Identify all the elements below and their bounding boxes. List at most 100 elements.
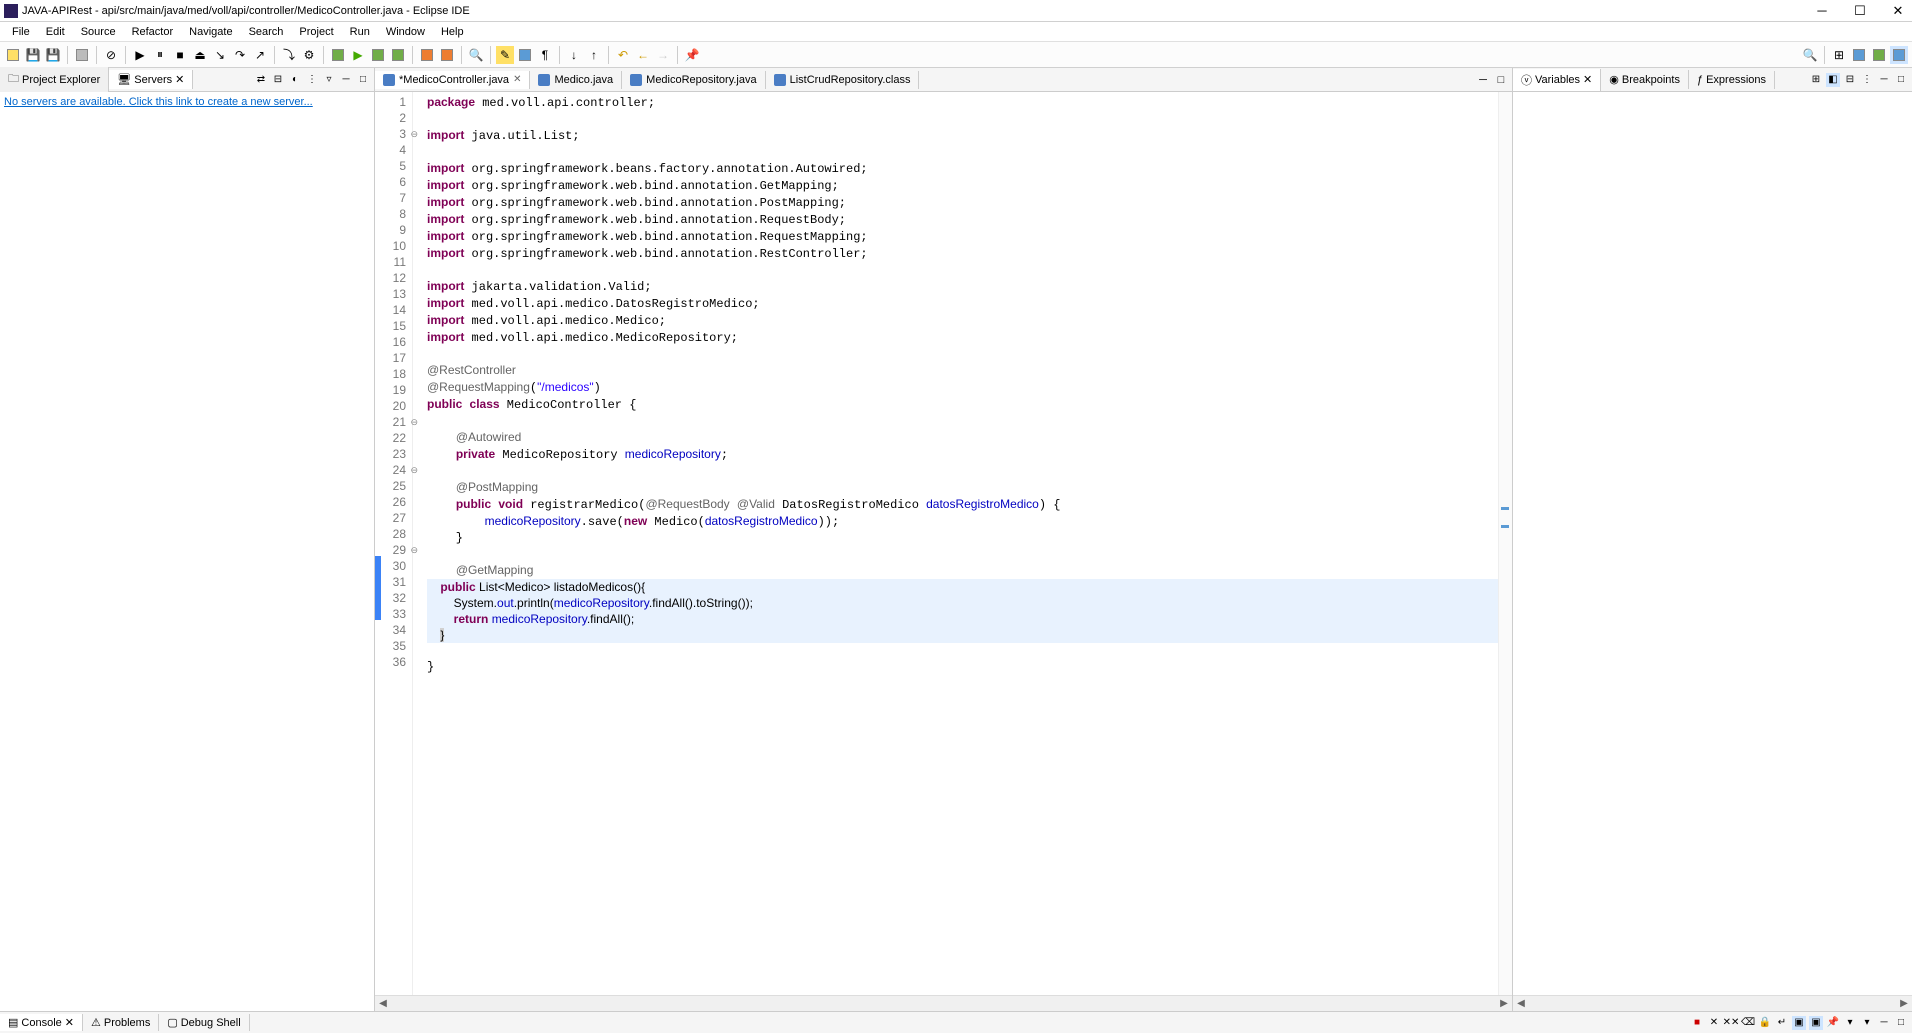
editor-hscroll[interactable]: ◀▶ — [375, 995, 1512, 1011]
focus-icon[interactable]: ◐ — [288, 73, 302, 87]
toggle-block-button[interactable] — [516, 46, 534, 64]
forward-button[interactable]: → — [654, 46, 672, 64]
editor-tab-medico[interactable]: Medico.java — [530, 71, 622, 89]
line-number-gutter[interactable]: 1234567891011121314151617181920212223242… — [381, 92, 413, 995]
tab-breakpoints[interactable]: ◉ Breakpoints — [1601, 70, 1689, 89]
use-step-filters-button[interactable]: ⚙ — [300, 46, 318, 64]
pin-console-icon[interactable]: 📌 — [1826, 1016, 1840, 1030]
jee-perspective-button[interactable] — [1890, 46, 1908, 64]
open-console-icon[interactable]: ▾ — [1860, 1016, 1874, 1030]
tab-debug-shell[interactable]: ▢ Debug Shell — [159, 1014, 249, 1031]
show-type-names-icon[interactable]: ⊞ — [1809, 73, 1823, 87]
create-server-link[interactable]: No servers are available. Click this lin… — [4, 96, 313, 108]
prev-annotation-button[interactable]: ↑ — [585, 46, 603, 64]
skip-breakpoints-button[interactable]: ⊘ — [102, 46, 120, 64]
code-editor[interactable]: package med.voll.api.controller; import … — [413, 92, 1498, 995]
menu-edit[interactable]: Edit — [38, 26, 73, 38]
right-hscroll[interactable]: ◀▶ — [1513, 995, 1912, 1011]
step-over-button[interactable]: ↷ — [231, 46, 249, 64]
maximize-icon[interactable]: □ — [1894, 73, 1908, 87]
pin-editor-button[interactable]: 📌 — [683, 46, 701, 64]
next-annotation-button[interactable]: ↓ — [565, 46, 583, 64]
collapse-all-icon[interactable]: ⊟ — [1843, 73, 1857, 87]
editor-tab-medicorepository[interactable]: MedicoRepository.java — [622, 71, 765, 89]
terminate-icon[interactable]: ■ — [1690, 1016, 1704, 1030]
maximize-icon[interactable]: □ — [1494, 73, 1508, 87]
menu-refactor[interactable]: Refactor — [124, 26, 182, 38]
minimize-icon[interactable]: ─ — [339, 73, 353, 87]
editor-tab-medicocontroller[interactable]: *MedicoController.java ✕ — [375, 71, 530, 89]
maximize-icon[interactable]: □ — [356, 73, 370, 87]
clear-console-icon[interactable]: ⌫ — [1741, 1016, 1755, 1030]
menu-file[interactable]: File — [4, 26, 38, 38]
run-last-button[interactable] — [389, 46, 407, 64]
class-icon — [774, 74, 786, 86]
show-std-out-icon[interactable]: ▣ — [1792, 1016, 1806, 1030]
view-menu-icon[interactable]: ⋮ — [1860, 73, 1874, 87]
java-perspective-button[interactable] — [1850, 46, 1868, 64]
tab-variables[interactable]: ⓥ Variables ✕ — [1513, 69, 1601, 91]
suspend-button[interactable]: ⏸ — [151, 46, 169, 64]
show-std-err-icon[interactable]: ▣ — [1809, 1016, 1823, 1030]
save-all-button[interactable]: 💾 — [44, 46, 62, 64]
close-icon[interactable]: ✕ — [513, 74, 521, 85]
step-return-button[interactable]: ↗ — [251, 46, 269, 64]
save-button[interactable]: 💾 — [24, 46, 42, 64]
new-java-button[interactable] — [418, 46, 436, 64]
menu-window[interactable]: Window — [378, 26, 433, 38]
step-into-button[interactable]: ↘ — [211, 46, 229, 64]
minimize-icon[interactable]: ─ — [1877, 73, 1891, 87]
overview-ruler[interactable] — [1498, 92, 1512, 995]
menu-navigate[interactable]: Navigate — [181, 26, 240, 38]
menu-source[interactable]: Source — [73, 26, 124, 38]
tab-console[interactable]: ▤ Console ✕ — [0, 1014, 83, 1031]
open-perspective-button[interactable]: ⊞ — [1830, 46, 1848, 64]
drop-to-frame-button[interactable]: ⤵ — [280, 46, 298, 64]
debug-button[interactable] — [329, 46, 347, 64]
new-class-button[interactable] — [438, 46, 456, 64]
menu-help[interactable]: Help — [433, 26, 472, 38]
minimize-icon[interactable]: ─ — [1877, 1016, 1891, 1030]
show-whitespace-button[interactable]: ¶ — [536, 46, 554, 64]
link-editor-icon[interactable]: ⇄ — [254, 73, 268, 87]
resume-button[interactable]: ▶ — [131, 46, 149, 64]
maximize-icon[interactable]: □ — [1894, 1016, 1908, 1030]
remove-all-icon[interactable]: ✕✕ — [1724, 1016, 1738, 1030]
word-wrap-icon[interactable]: ↵ — [1775, 1016, 1789, 1030]
terminal-button[interactable] — [73, 46, 91, 64]
tab-label: Breakpoints — [1622, 74, 1680, 86]
toggle-mark-button[interactable]: ✎ — [496, 46, 514, 64]
tab-problems[interactable]: ⚠ Problems — [83, 1014, 159, 1031]
search-button[interactable]: 🔍 — [1801, 46, 1819, 64]
collapse-all-icon[interactable]: ⊟ — [271, 73, 285, 87]
tab-servers[interactable]: 🖥 Servers ✕ — [109, 70, 193, 89]
open-type-button[interactable]: 🔍 — [467, 46, 485, 64]
menu-search[interactable]: Search — [241, 26, 292, 38]
close-icon[interactable]: ✕ — [65, 1016, 74, 1029]
view-menu-icon[interactable]: ⋮ — [305, 73, 319, 87]
new-button[interactable] — [4, 46, 22, 64]
close-icon[interactable]: ✕ — [175, 73, 184, 86]
scroll-lock-icon[interactable]: 🔒 — [1758, 1016, 1772, 1030]
debug-perspective-button[interactable] — [1870, 46, 1888, 64]
menu-run[interactable]: Run — [342, 26, 378, 38]
close-icon[interactable]: ✕ — [1583, 73, 1592, 86]
remove-launch-icon[interactable]: ✕ — [1707, 1016, 1721, 1030]
display-selected-icon[interactable]: ▾ — [1843, 1016, 1857, 1030]
disconnect-button[interactable]: ⏏ — [191, 46, 209, 64]
tab-project-explorer[interactable]: 🗀 Project Explorer — [0, 67, 109, 92]
minimize-button[interactable]: ─ — [1812, 3, 1832, 19]
last-edit-button[interactable]: ↶ — [614, 46, 632, 64]
minimize-icon[interactable]: ─ — [1476, 73, 1490, 87]
run-button[interactable]: ▶ — [349, 46, 367, 64]
maximize-button[interactable]: ☐ — [1850, 3, 1870, 19]
filter-icon[interactable]: ▿ — [322, 73, 336, 87]
coverage-button[interactable] — [369, 46, 387, 64]
back-button[interactable]: ← — [634, 46, 652, 64]
menu-project[interactable]: Project — [291, 26, 341, 38]
terminate-button[interactable]: ■ — [171, 46, 189, 64]
close-button[interactable]: ✕ — [1888, 3, 1908, 19]
editor-tab-listcrudrepository[interactable]: ListCrudRepository.class — [766, 71, 920, 89]
tab-expressions[interactable]: ƒ Expressions — [1689, 71, 1775, 89]
show-logical-icon[interactable]: ◧ — [1826, 73, 1840, 87]
